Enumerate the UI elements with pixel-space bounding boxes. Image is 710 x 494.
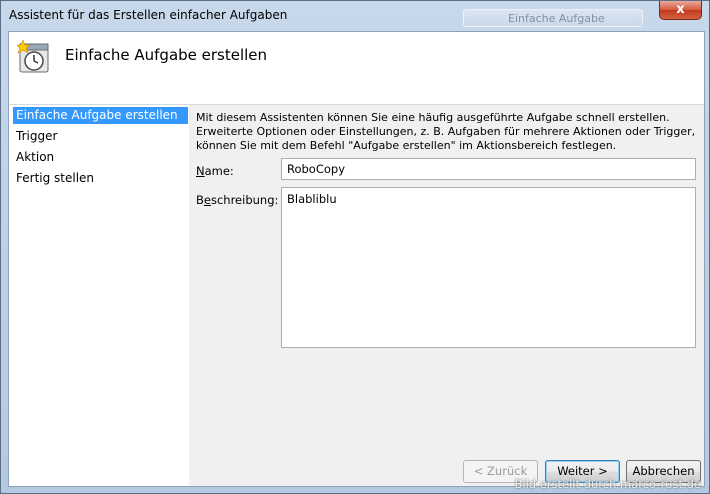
wizard-steps-nav: Einfache Aufgabe erstellen Trigger Aktio… xyxy=(9,105,189,486)
name-field[interactable] xyxy=(281,158,696,180)
window-title: Assistent für das Erstellen einfacher Au… xyxy=(9,8,288,22)
wizard-client-area: Einfache Aufgabe erstellen Einfache Aufg… xyxy=(8,31,705,487)
nav-step-create-task[interactable]: Einfache Aufgabe erstellen xyxy=(13,107,188,124)
watermark-text: Bild erstellt durch marco-rust.de xyxy=(514,477,702,491)
nav-step-action[interactable]: Aktion xyxy=(13,149,188,166)
description-label-first: B xyxy=(196,193,204,207)
page-title: Einfache Aufgabe erstellen xyxy=(65,46,268,64)
description-line: können Sie mit dem Befehl "Aufgabe erste… xyxy=(196,139,617,152)
description-label-rest: schreibung: xyxy=(210,193,279,207)
wizard-window: Assistent für das Erstellen einfacher Au… xyxy=(0,0,710,494)
background-window-ghost: Einfache Aufgabe erstellen xyxy=(463,9,643,42)
nav-step-trigger[interactable]: Trigger xyxy=(13,128,188,145)
name-label: Name: xyxy=(196,164,234,178)
description-label-mnemonic: e xyxy=(203,193,211,207)
wizard-description: Mit diesem Assistenten können Sie eine h… xyxy=(196,111,701,153)
name-label-mnemonic: N xyxy=(196,164,205,178)
close-button[interactable]: x xyxy=(659,1,702,20)
description-line: Mit diesem Assistenten können Sie eine h… xyxy=(196,111,670,124)
nav-step-finish[interactable]: Fertig stellen xyxy=(13,170,188,187)
description-field[interactable]: Blabliblu xyxy=(281,187,696,348)
description-line: Erweiterte Optionen oder Einstellungen, … xyxy=(196,125,696,138)
task-clock-icon xyxy=(15,39,53,79)
wizard-header: Einfache Aufgabe erstellen xyxy=(9,32,704,92)
title-bar[interactable]: Assistent für das Erstellen einfacher Au… xyxy=(1,1,709,42)
wizard-content-pane: Mit diesem Assistenten können Sie eine h… xyxy=(189,105,704,486)
description-label: Beschreibung: xyxy=(196,193,278,207)
name-label-rest: ame: xyxy=(204,164,234,178)
close-icon: x xyxy=(676,2,685,17)
